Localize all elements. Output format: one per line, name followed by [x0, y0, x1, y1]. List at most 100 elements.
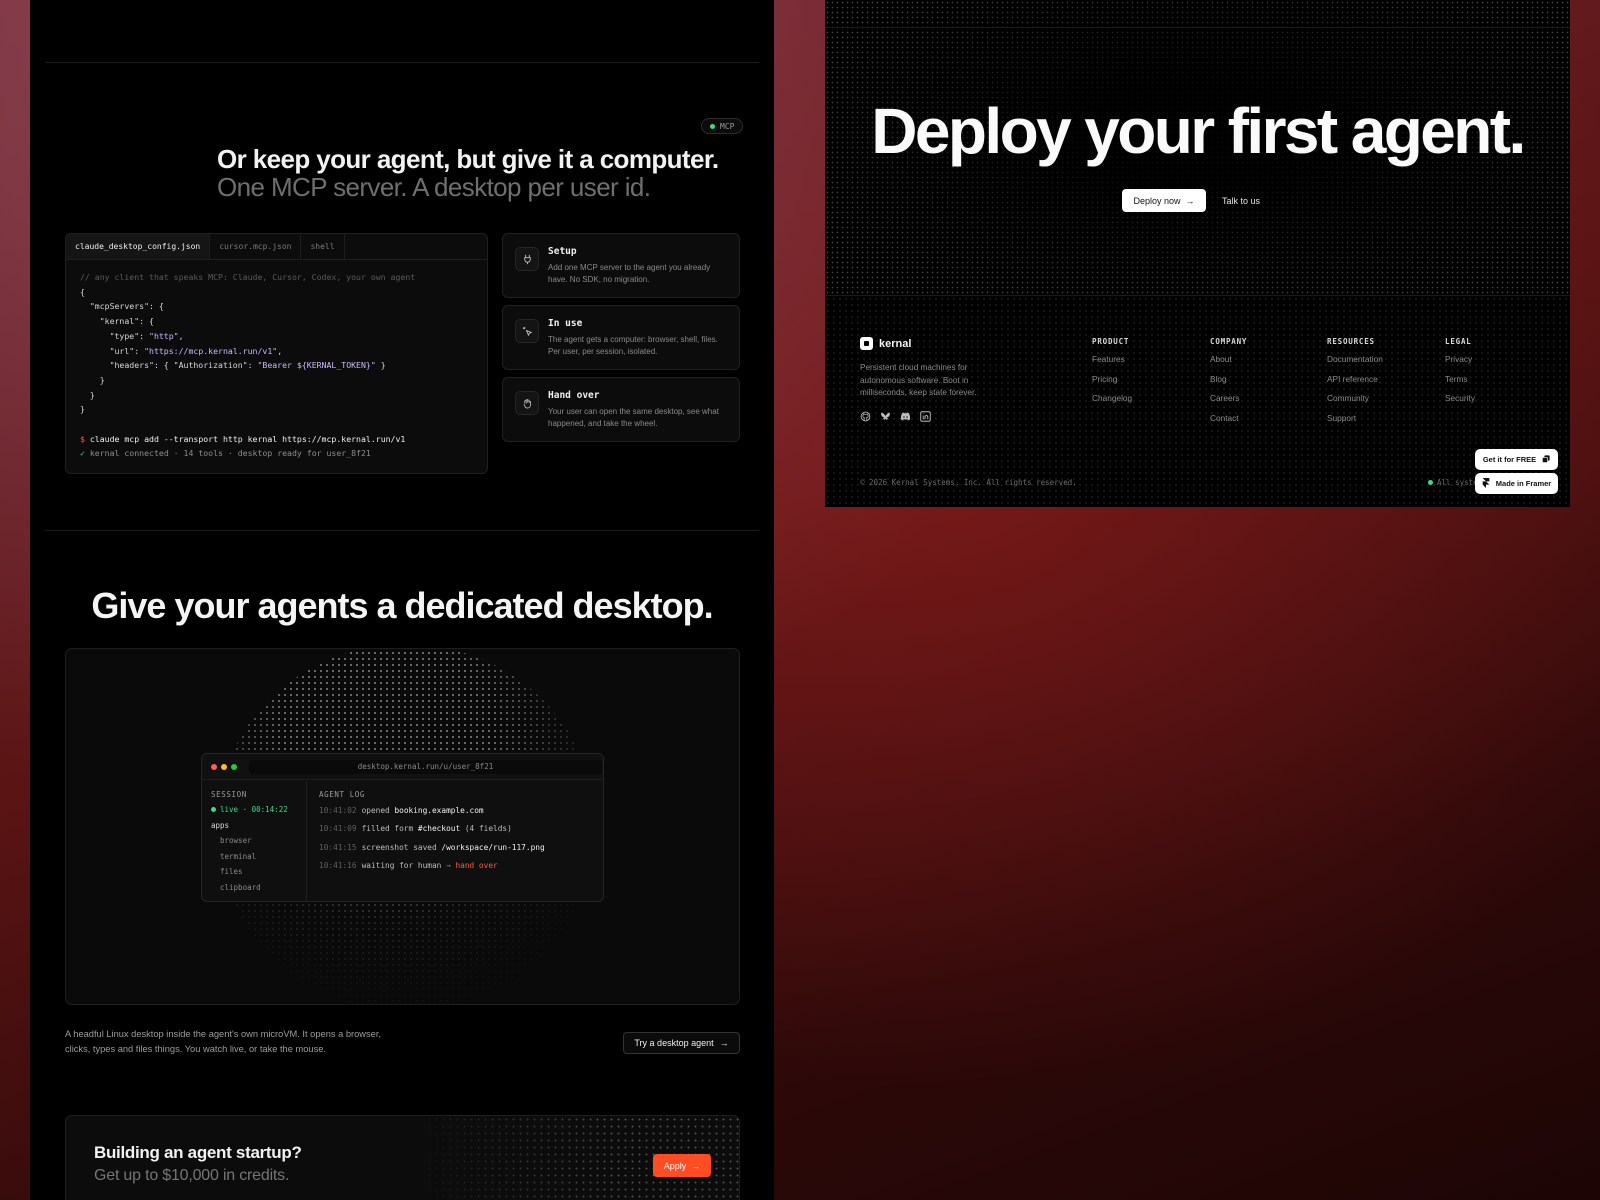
social-links [860, 411, 931, 422]
tab-cursor-config[interactable]: cursor.mcp.json [210, 234, 302, 259]
deploy-now-button[interactable]: Deploy now → [1122, 189, 1206, 212]
footer-link-pricing[interactable]: Pricing [1092, 374, 1132, 394]
tab-shell[interactable]: shell [301, 234, 345, 259]
desktop-section-title: Give your agents a dedicated desktop. [91, 585, 713, 626]
step-description: The agent gets a computer: browser, shel… [548, 335, 718, 356]
column-heading: RESOURCES [1327, 337, 1375, 346]
app-item-clipboard[interactable]: clipboard [211, 883, 297, 899]
check-icon: ✓ [80, 448, 85, 459]
system-status[interactable]: All syste [1428, 478, 1478, 487]
linkedin-icon[interactable] [920, 411, 931, 422]
hand-over-link[interactable]: → hand over [446, 861, 498, 870]
divider [45, 62, 759, 63]
code-comment: // any client that speaks MCP: Claude, C… [80, 272, 416, 282]
column-heading: PRODUCT [1092, 337, 1130, 346]
shell-prompt: $ [80, 433, 85, 444]
maximize-dot[interactable] [231, 763, 237, 770]
status-label: All syste [1437, 478, 1478, 487]
footer-column-resources: RESOURCES Documentation API reference Co… [1327, 337, 1383, 432]
discord-icon[interactable] [900, 411, 911, 422]
arrow-right-icon: → [1185, 195, 1195, 206]
footer-link-documentation[interactable]: Documentation [1327, 354, 1383, 374]
desktop-preview-card: desktop.kernal.run/u/user_8f21 SESSION l… [65, 648, 740, 1005]
footer-link-blog[interactable]: Blog [1210, 374, 1247, 394]
log-target: booking.example.com [394, 806, 484, 815]
desktop-description: A headful Linux desktop inside the agent… [65, 1029, 381, 1054]
code-line: } [80, 389, 95, 400]
app-item-browser[interactable]: browser [211, 836, 297, 852]
startup-credits-card: Building an agent startup? Get up to $10… [65, 1115, 740, 1200]
close-dot[interactable] [211, 763, 217, 770]
footer-link-features[interactable]: Features [1092, 354, 1132, 374]
footer-column-company: COMPANY About Blog Careers Contact [1210, 337, 1247, 432]
footer-link-careers[interactable]: Careers [1210, 393, 1247, 413]
code-line: "url": [80, 345, 145, 356]
brand-name: kernal [879, 337, 912, 350]
footer-link-support[interactable]: Support [1327, 413, 1383, 433]
step-card-setup: Setup Add one MCP server to the agent yo… [502, 233, 740, 298]
code-block: // any client that speaks MCP: Claude, C… [80, 272, 416, 459]
log-action: waiting for human [361, 860, 442, 870]
session-label: SESSION [211, 790, 247, 799]
button-label: Deploy now [1133, 195, 1181, 206]
github-icon[interactable] [860, 411, 871, 422]
get-it-free-button[interactable]: Get it for FREE [1475, 449, 1558, 470]
footer-link-about[interactable]: About [1210, 354, 1247, 374]
window-url-bar[interactable]: desktop.kernal.run/u/user_8f21 [249, 759, 602, 774]
step-title: In use [548, 318, 583, 329]
log-time: 10:41:15 [319, 842, 357, 852]
live-timer: live · 00:14:22 [220, 805, 288, 814]
kernal-logo-icon [860, 337, 873, 350]
footer-brand[interactable]: kernal [860, 337, 911, 350]
code-card: claude_desktop_config.json cursor.mcp.js… [65, 233, 488, 474]
code-line: "mcpServers": { [80, 301, 164, 312]
shell-result: kernal connected · 14 tools · desktop re… [89, 448, 371, 459]
made-in-framer-badge[interactable]: Made in Framer [1475, 473, 1558, 494]
desktop-window: desktop.kernal.run/u/user_8f21 SESSION l… [201, 753, 604, 902]
badge-label: MCP [720, 121, 735, 131]
footer-column-product: PRODUCT Features Pricing Changelog [1092, 337, 1132, 413]
shell-command: claude mcp add --transport http kernal h… [89, 433, 406, 444]
step-description: Add one MCP server to the agent you alre… [548, 263, 711, 284]
arrow-right-icon: → [691, 1160, 701, 1171]
button-label: Get it for FREE [1482, 455, 1537, 464]
bluesky-icon[interactable] [880, 411, 891, 422]
footer-link-community[interactable]: Community [1327, 393, 1383, 413]
try-desktop-agent-button[interactable]: Try a desktop agent → [623, 1032, 740, 1054]
mcp-section-subtitle: One MCP server. A desktop per user id. [217, 172, 651, 202]
plug-icon [515, 247, 539, 271]
apply-button[interactable]: Apply → [653, 1154, 711, 1177]
right-panel: Deploy your first agent. Deploy now → Ta… [825, 0, 1570, 507]
session-sidebar: SESSION live · 00:14:22 apps browser ter… [202, 781, 307, 901]
left-panel: MCP Or keep your agent, but give it a co… [30, 0, 774, 1200]
footer-link-security[interactable]: Security [1445, 393, 1475, 413]
log-action: screenshot saved [361, 842, 437, 852]
footer-link-terms[interactable]: Terms [1445, 374, 1475, 394]
agent-log-label: AGENT LOG [319, 790, 366, 799]
tab-claude-config[interactable]: claude_desktop_config.json [66, 234, 211, 259]
copy-icon [1542, 454, 1550, 465]
footer-column-legal: LEGAL Privacy Terms Security [1445, 337, 1475, 413]
minimize-dot[interactable] [221, 763, 227, 770]
live-dot [211, 807, 216, 812]
agent-log: AGENT LOG 10:41:02 opened booking.example… [319, 790, 593, 879]
divider [825, 27, 1570, 28]
column-heading: LEGAL [1445, 337, 1472, 346]
apps-label: apps [211, 821, 230, 830]
step-description: Your user can open the same desktop, see… [548, 407, 719, 428]
talk-to-us-button[interactable]: Talk to us [1222, 189, 1260, 212]
app-item-files[interactable]: files [211, 867, 297, 883]
code-line: } [80, 404, 85, 415]
log-extra: (4 fields) [464, 824, 512, 834]
mcp-badge: MCP [701, 118, 744, 134]
column-heading: COMPANY [1210, 337, 1248, 346]
code-line: "headers": { "Authorization": [80, 360, 258, 371]
hero-title: Deploy your first agent. [871, 95, 1526, 167]
footer-link-changelog[interactable]: Changelog [1092, 393, 1132, 413]
footer-link-api-reference[interactable]: API reference [1327, 374, 1383, 394]
footer-link-contact[interactable]: Contact [1210, 413, 1247, 433]
footer-link-privacy[interactable]: Privacy [1445, 354, 1475, 374]
step-title: Hand over [548, 390, 600, 401]
app-item-terminal[interactable]: terminal [211, 852, 297, 868]
log-row: 10:41:15 screenshot saved /workspace/run-… [319, 843, 593, 861]
